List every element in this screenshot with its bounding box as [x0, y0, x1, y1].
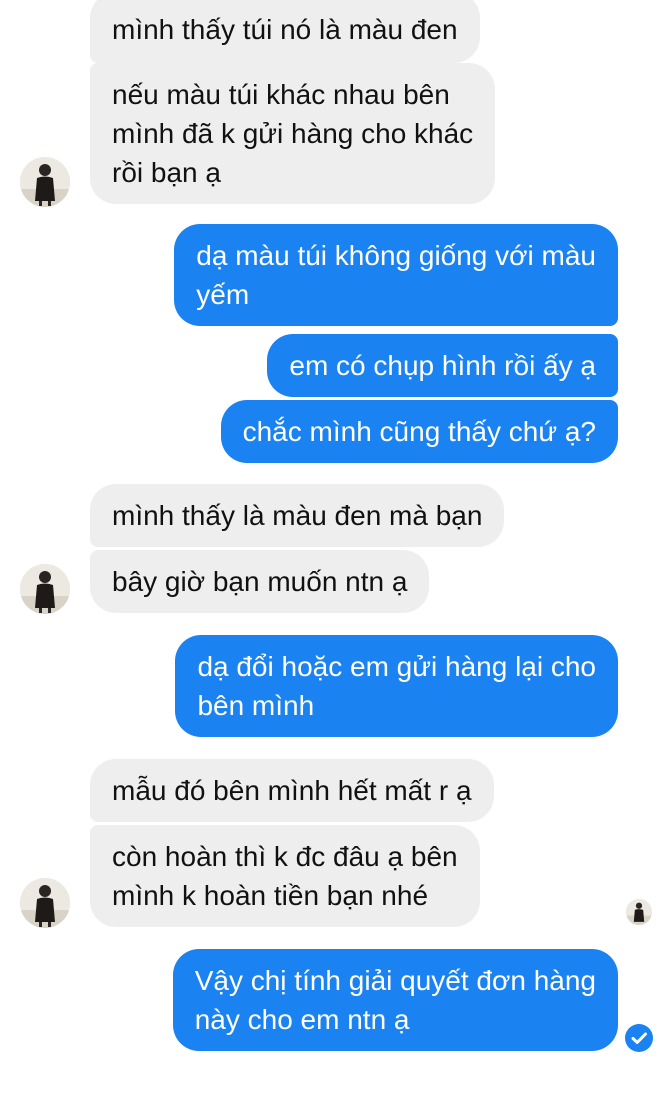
message-bubble-outgoing[interactable]: em có chụp hình rồi ấy ạ: [267, 334, 618, 397]
message-text: dạ màu túi không giống với màu: [196, 240, 596, 271]
message-text: mình thấy là màu đen mà bạn: [112, 500, 483, 531]
message-bubble-incoming[interactable]: còn hoàn thì k đc đâu ạ bên mình k hoàn …: [90, 825, 480, 927]
message-bubble-outgoing[interactable]: chắc mình cũng thấy chứ ạ?: [220, 400, 618, 463]
contact-avatar-icon[interactable]: [20, 157, 70, 207]
message-bubble-outgoing[interactable]: dạ màu túi không giống với màu yếm: [174, 224, 618, 326]
message-text: bên mình: [197, 690, 315, 721]
message-text: yếm: [196, 279, 250, 310]
seen-avatar-icon: [626, 899, 652, 925]
message-text: chắc mình cũng thấy chứ ạ?: [242, 416, 596, 447]
message-bubble-outgoing[interactable]: Vậy chị tính giải quyết đơn hàng này cho…: [172, 949, 618, 1051]
message-text: bây giờ bạn muốn ntn ạ: [112, 566, 408, 597]
chat-thread: mình thấy túi nó là màu đen nếu màu túi …: [0, 0, 660, 1106]
message-text: mình thấy túi nó là màu đen: [112, 14, 458, 45]
message-text: mình đã k gửi hàng cho khác: [112, 118, 474, 149]
message-bubble-incoming[interactable]: bây giờ bạn muốn ntn ạ: [90, 550, 430, 613]
message-text: dạ đổi hoặc em gửi hàng lại cho: [197, 651, 596, 682]
message-text: em có chụp hình rồi ấy ạ: [289, 350, 596, 381]
message-bubble-incoming[interactable]: mình thấy túi nó là màu đen: [90, 0, 480, 63]
message-text: còn hoàn thì k đc đâu ạ bên: [112, 841, 458, 872]
message-text: rồi bạn ạ: [112, 157, 221, 188]
message-bubble-incoming[interactable]: nếu màu túi khác nhau bên mình đã k gửi …: [90, 63, 496, 204]
message-bubble-outgoing[interactable]: dạ đổi hoặc em gửi hàng lại cho bên mình: [175, 635, 618, 737]
message-bubble-incoming[interactable]: mình thấy là màu đen mà bạn: [90, 484, 505, 547]
message-text: này cho em ntn ạ: [194, 1004, 410, 1035]
contact-avatar-icon[interactable]: [20, 878, 70, 928]
message-text: mình k hoàn tiền bạn nhé: [112, 880, 429, 911]
message-text: nếu màu túi khác nhau bên: [112, 79, 450, 110]
contact-avatar-icon[interactable]: [20, 564, 70, 614]
message-text: mẫu đó bên mình hết mất r ạ: [112, 775, 472, 806]
check-circle-icon: [625, 1024, 653, 1052]
message-text: Vậy chị tính giải quyết đơn hàng: [194, 965, 596, 996]
message-bubble-incoming[interactable]: mẫu đó bên mình hết mất r ạ: [90, 759, 494, 822]
